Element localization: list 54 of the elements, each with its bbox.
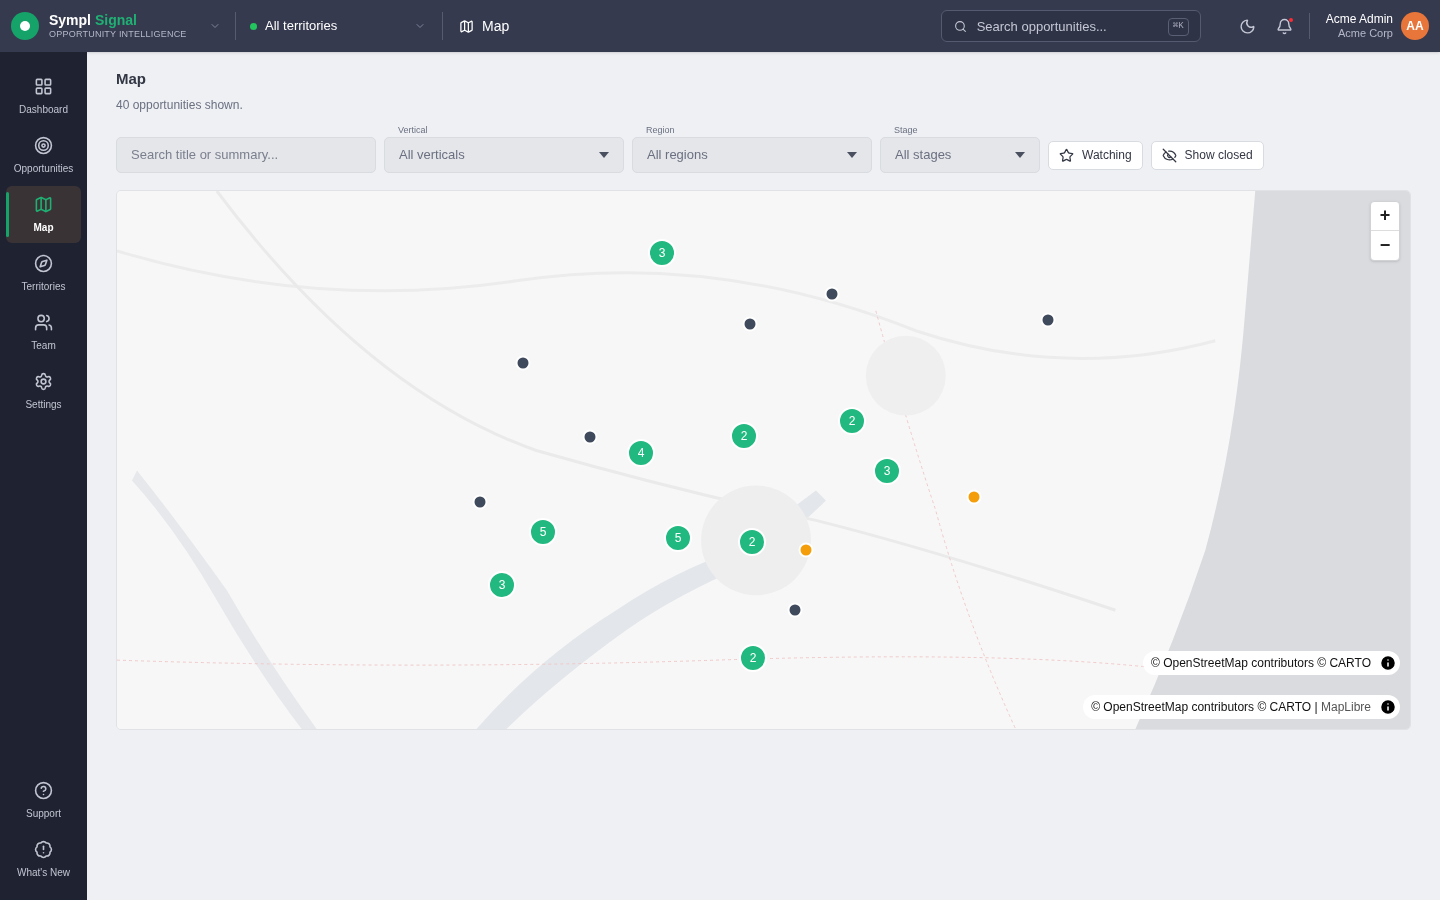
settings-icon xyxy=(34,371,53,391)
user-name: Acme Admin xyxy=(1325,11,1393,27)
sidebar-item[interactable]: Support xyxy=(6,772,81,829)
select-value: All regions xyxy=(647,145,708,164)
info-icon[interactable] xyxy=(1379,653,1397,672)
page-title: Map xyxy=(116,69,147,89)
caret-icon xyxy=(847,151,857,158)
star-icon xyxy=(1059,147,1074,163)
compass-icon xyxy=(34,253,53,273)
filter-toggle[interactable]: Show closed xyxy=(1150,140,1264,170)
info-icon[interactable] xyxy=(1379,697,1397,716)
map-icon xyxy=(459,18,474,34)
sidebar-item[interactable]: Dashboard xyxy=(6,68,81,125)
maplibre-link[interactable]: MapLibre xyxy=(1320,699,1371,714)
sidebar-item[interactable]: Team xyxy=(6,304,81,361)
attribution-text: © OpenStreetMap contributors © CARTO | MapLibre xyxy=(1091,698,1371,716)
select-field[interactable]: All verticals xyxy=(384,136,624,173)
sidebar-item[interactable]: What's New xyxy=(6,831,81,888)
shortcut-key: ⌘K xyxy=(1167,18,1189,36)
people-icon xyxy=(34,312,53,332)
eye-off-icon xyxy=(1161,147,1177,163)
zoom-in-button[interactable]: + xyxy=(1371,201,1399,231)
filter-toggle[interactable]: Watching xyxy=(1048,140,1143,170)
user-org: Acme Corp xyxy=(1337,26,1393,41)
sidebar-item[interactable]: Settings xyxy=(6,363,81,420)
map[interactable]: 3 2 2 4 3 5 5 2 3 2 + − © OpenStreetMap contributors © CARTO © OpenStreetMap contributors © CARTO | MapLibre xyxy=(116,189,1411,730)
field-label: Stage xyxy=(894,123,919,136)
alert-badge-icon xyxy=(34,839,53,859)
field-label: Region xyxy=(646,123,676,136)
moon-icon[interactable] xyxy=(1238,17,1256,35)
map-icon xyxy=(34,194,53,214)
zoom-out-button[interactable]: − xyxy=(1371,230,1399,260)
sidebar-item[interactable]: Opportunities xyxy=(6,127,81,184)
target-icon xyxy=(34,135,53,155)
logo-icon xyxy=(11,12,39,40)
help-icon xyxy=(34,780,53,800)
sidebar-item[interactable]: Map xyxy=(6,186,81,243)
field-label: Vertical xyxy=(398,123,429,136)
page-crumb: Map xyxy=(482,16,510,36)
brand-tagline: OPPORTUNITY INTELLIGENCE xyxy=(49,30,187,39)
select-value: All stages xyxy=(895,145,952,164)
territory-selector[interactable]: All territories xyxy=(250,16,426,36)
brand-name: Sympl Signal xyxy=(49,13,138,27)
sidebar-item[interactable]: Territories xyxy=(6,245,81,302)
select-field[interactable]: All regions xyxy=(632,136,872,173)
grid-icon xyxy=(34,76,53,96)
select-value: All verticals xyxy=(399,145,465,164)
caret-icon xyxy=(599,151,609,158)
notification-bell[interactable] xyxy=(1275,17,1293,35)
search-icon xyxy=(953,20,967,33)
page-subtitle: 40 opportunities shown. xyxy=(116,96,244,114)
select-field[interactable]: All stages xyxy=(880,136,1040,173)
attribution-text: © OpenStreetMap contributors © CARTO xyxy=(1151,654,1371,672)
caret-icon xyxy=(1015,151,1025,158)
